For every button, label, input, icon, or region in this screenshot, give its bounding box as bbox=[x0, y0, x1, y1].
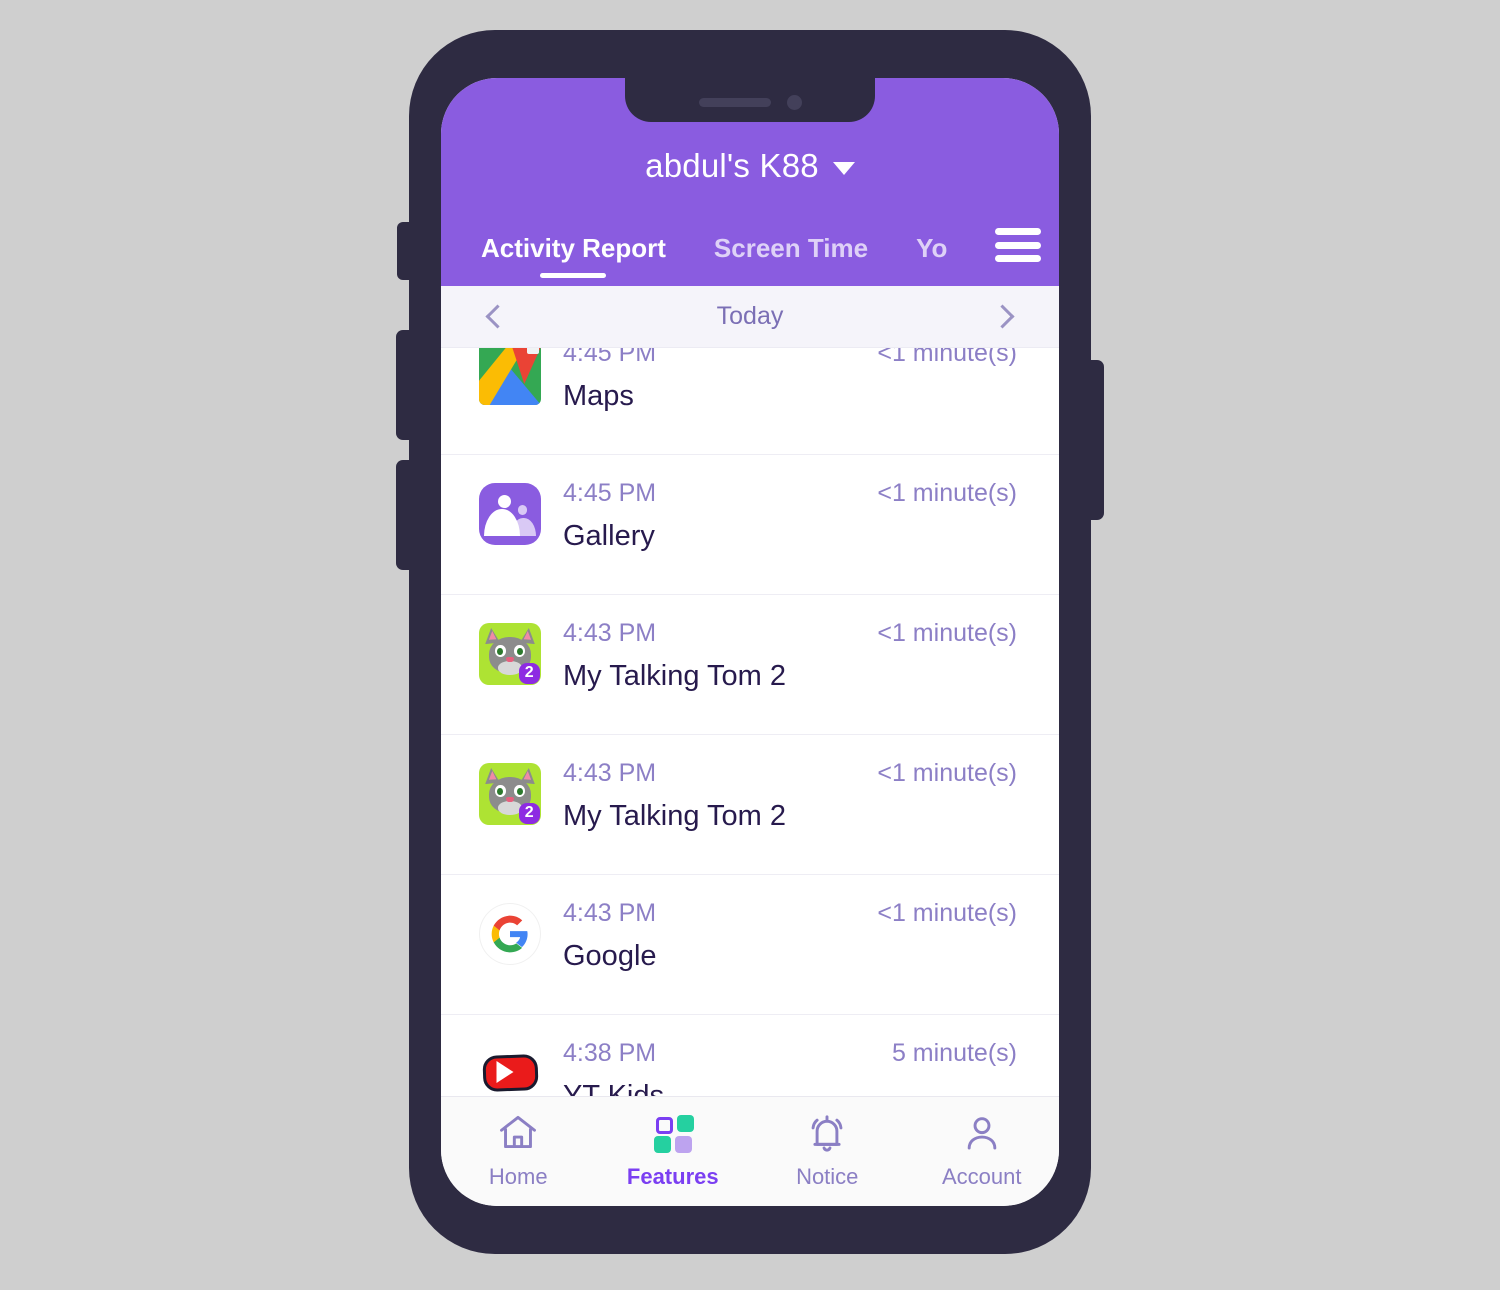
row-content: 4:43 PM <1 minute(s) My Talking Tom 2 bbox=[541, 619, 1017, 693]
bottom-navigation-bar: Home Features Notice Account bbox=[441, 1096, 1059, 1206]
app-icon-badge: 2 bbox=[518, 802, 540, 824]
app-icon-badge: 2 bbox=[518, 662, 540, 684]
device-name-label: abdul's K88 bbox=[645, 147, 819, 184]
nav-label-features: Features bbox=[626, 1164, 719, 1189]
activity-app-name: My Talking Tom 2 bbox=[563, 660, 786, 692]
earpiece-speaker-icon bbox=[698, 97, 771, 107]
activity-list: 4:45 PM <1 minute(s) Maps 4:45 PM <1 min… bbox=[441, 348, 1059, 1124]
google-app-icon bbox=[479, 903, 541, 965]
device-selector[interactable]: abdul's K88 bbox=[441, 130, 1059, 202]
my-talking-tom-2-app-icon: 2 bbox=[479, 623, 541, 685]
activity-duration: <1 minute(s) bbox=[877, 479, 1017, 507]
activity-app-name: Gallery bbox=[563, 520, 655, 552]
grid-square-outline bbox=[655, 1117, 673, 1134]
activity-time: 4:43 PM bbox=[563, 619, 657, 647]
gallery-app-icon bbox=[479, 483, 541, 545]
phone-frame: abdul's K88 Activity Report Screen Time … bbox=[396, 30, 1104, 1254]
tab-youtube[interactable]: Yo bbox=[916, 233, 947, 286]
volume-down-button[interactable] bbox=[396, 460, 411, 570]
silent-switch-button[interactable] bbox=[397, 222, 411, 280]
row-content: 4:43 PM <1 minute(s) Google bbox=[541, 899, 1017, 973]
nav-item-features[interactable]: Features bbox=[596, 1111, 751, 1190]
row-meta: 4:43 PM <1 minute(s) bbox=[563, 899, 1017, 928]
person-icon bbox=[967, 1117, 997, 1150]
row-content: 4:45 PM <1 minute(s) Gallery bbox=[541, 479, 1017, 553]
row-meta: 4:43 PM <1 minute(s) bbox=[563, 759, 1017, 788]
table-row[interactable]: 4:45 PM <1 minute(s) Maps bbox=[441, 348, 1059, 455]
activity-app-name: Maps bbox=[563, 380, 634, 412]
chevron-down-icon[interactable] bbox=[832, 162, 855, 175]
row-content: 4:45 PM <1 minute(s) Maps bbox=[541, 348, 1017, 413]
hamburger-line bbox=[995, 241, 1041, 249]
activity-duration: <1 minute(s) bbox=[877, 348, 1017, 367]
date-navigation-bar: Today bbox=[441, 286, 1059, 348]
activity-duration: <1 minute(s) bbox=[877, 759, 1017, 787]
grid-square-filled bbox=[653, 1136, 671, 1153]
chevron-left-icon[interactable] bbox=[485, 304, 510, 329]
table-row[interactable]: 2 4:43 PM <1 minute(s) My Talking Tom 2 bbox=[441, 735, 1059, 875]
screenshot-canvas: abdul's K88 Activity Report Screen Time … bbox=[0, 0, 1500, 1290]
home-icon bbox=[500, 1115, 537, 1149]
volume-up-button[interactable] bbox=[396, 330, 411, 440]
row-meta: 4:38 PM 5 minute(s) bbox=[563, 1039, 1017, 1068]
features-grid-icon bbox=[651, 1111, 695, 1155]
hamburger-line bbox=[995, 255, 1041, 262]
table-row[interactable]: 2 4:43 PM <1 minute(s) My Talking Tom 2 bbox=[441, 595, 1059, 735]
table-row[interactable]: 4:45 PM <1 minute(s) Gallery bbox=[441, 455, 1059, 595]
hamburger-menu-icon[interactable] bbox=[995, 228, 1041, 262]
nav-label-home: Home bbox=[488, 1164, 548, 1189]
activity-app-name: Google bbox=[563, 940, 657, 972]
maps-app-icon bbox=[479, 348, 541, 405]
power-button[interactable] bbox=[1089, 360, 1104, 520]
tab-screen-time[interactable]: Screen Time bbox=[714, 233, 868, 286]
grid-square-filled bbox=[674, 1136, 692, 1153]
row-meta: 4:45 PM <1 minute(s) bbox=[563, 348, 1017, 368]
tab-activity-report[interactable]: Activity Report bbox=[481, 233, 666, 286]
activity-time: 4:43 PM bbox=[563, 899, 657, 927]
activity-duration: <1 minute(s) bbox=[877, 899, 1017, 927]
nav-label-account: Account bbox=[942, 1164, 1022, 1189]
phone-notch bbox=[625, 78, 875, 122]
grid-square-filled bbox=[676, 1115, 694, 1132]
activity-time: 4:45 PM bbox=[563, 348, 657, 367]
activity-duration: 5 minute(s) bbox=[891, 1039, 1017, 1067]
row-meta: 4:45 PM <1 minute(s) bbox=[563, 479, 1017, 508]
nav-item-home[interactable]: Home bbox=[441, 1111, 596, 1190]
front-camera-icon bbox=[786, 94, 802, 110]
activity-duration: <1 minute(s) bbox=[877, 619, 1017, 647]
activity-list-scroll-area[interactable]: 4:45 PM <1 minute(s) Maps 4:45 PM <1 min… bbox=[441, 348, 1059, 1124]
date-label: Today bbox=[716, 302, 784, 330]
nav-item-account[interactable]: Account bbox=[905, 1111, 1060, 1190]
phone-screen: abdul's K88 Activity Report Screen Time … bbox=[441, 78, 1059, 1206]
row-meta: 4:43 PM <1 minute(s) bbox=[563, 619, 1017, 648]
activity-time: 4:38 PM bbox=[563, 1039, 657, 1067]
row-content: 4:43 PM <1 minute(s) My Talking Tom 2 bbox=[541, 759, 1017, 833]
my-talking-tom-2-app-icon: 2 bbox=[479, 763, 541, 825]
chevron-right-icon[interactable] bbox=[990, 304, 1015, 329]
hamburger-line bbox=[995, 228, 1041, 235]
bell-icon bbox=[811, 1115, 843, 1152]
activity-app-name: My Talking Tom 2 bbox=[563, 800, 786, 832]
nav-item-notice[interactable]: Notice bbox=[750, 1111, 905, 1190]
activity-time: 4:43 PM bbox=[563, 759, 657, 787]
tab-bar: Activity Report Screen Time Yo bbox=[441, 202, 1059, 286]
table-row[interactable]: 4:43 PM <1 minute(s) Google bbox=[441, 875, 1059, 1015]
activity-time: 4:45 PM bbox=[563, 479, 657, 507]
nav-label-notice: Notice bbox=[796, 1164, 859, 1189]
